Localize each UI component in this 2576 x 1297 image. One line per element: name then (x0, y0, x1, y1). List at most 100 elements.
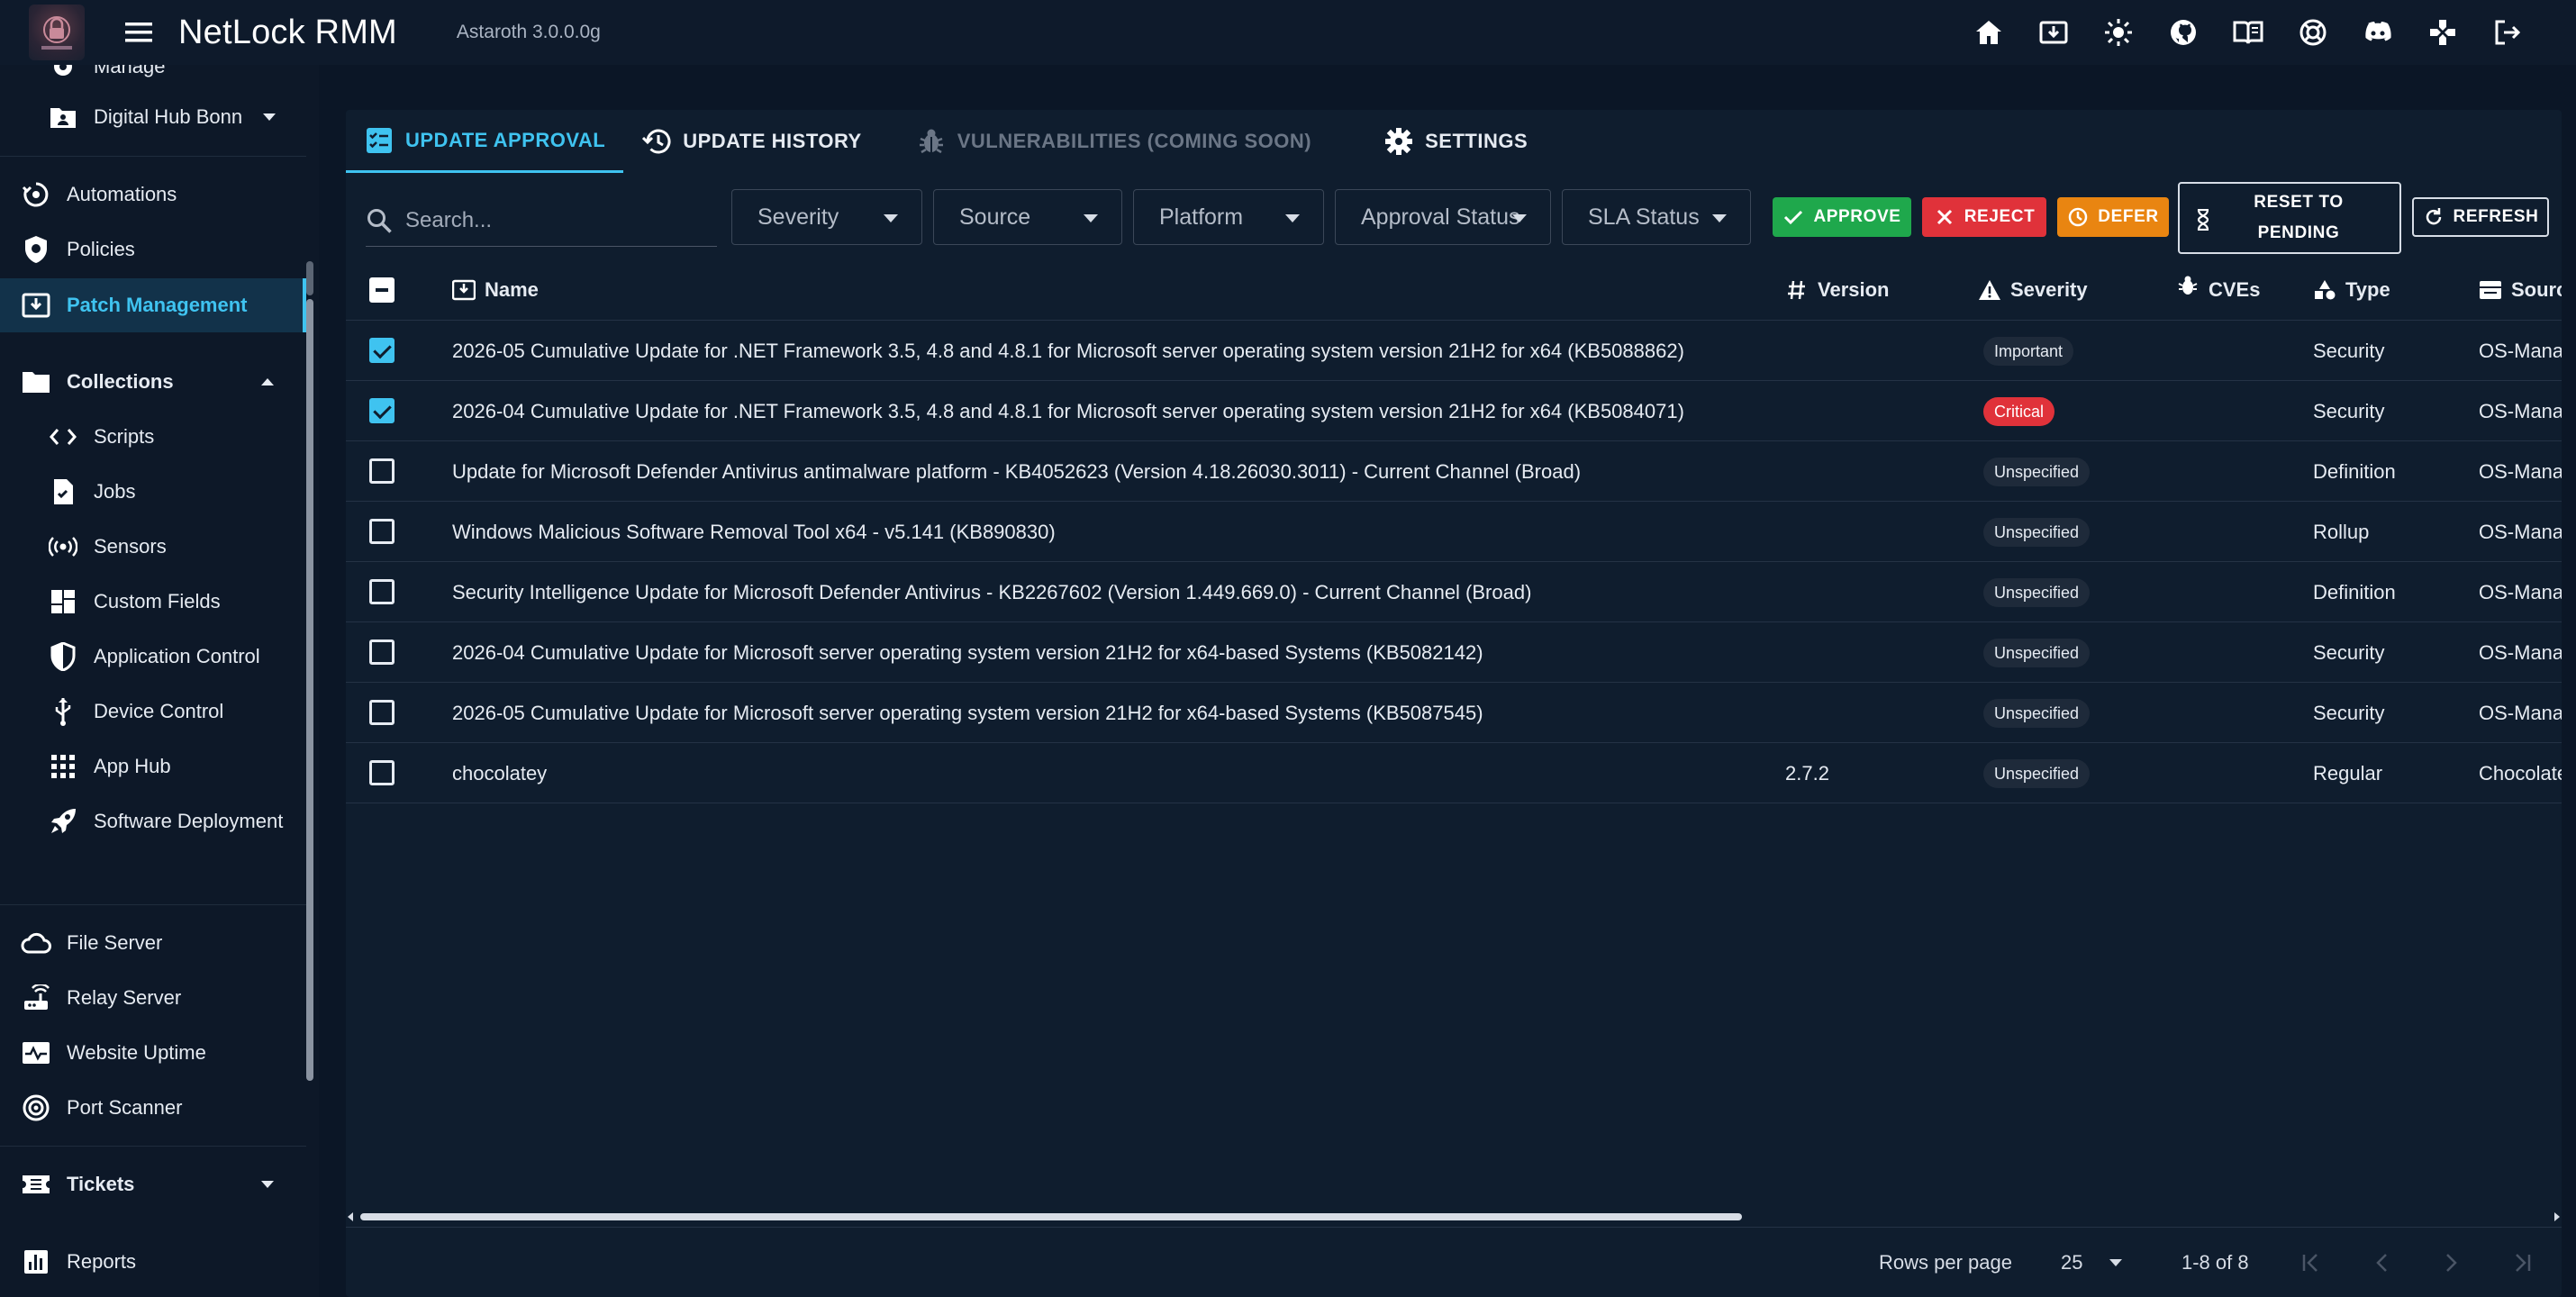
approve-button[interactable]: APPROVE (1773, 197, 1911, 237)
row-checkbox[interactable] (369, 639, 395, 665)
sidebar-item-file-server[interactable]: File Server (0, 916, 306, 970)
row-checkbox[interactable] (369, 398, 395, 423)
column-header-name[interactable]: Name (452, 259, 539, 321)
scroll-right-icon[interactable] (2554, 1212, 2560, 1221)
update-source: OS-Managed (2479, 520, 2562, 543)
source-filter[interactable]: Source (933, 189, 1122, 245)
column-header-type[interactable]: Type (2313, 259, 2390, 321)
home-icon[interactable] (1956, 0, 2021, 65)
update-version (1785, 562, 1965, 622)
discord-icon[interactable] (2345, 0, 2410, 65)
defer-button[interactable]: DEFER (2057, 197, 2169, 237)
severity-badge: Unspecified (1983, 758, 2091, 788)
netlock-logo[interactable] (29, 5, 85, 60)
sidebar-item-application-control[interactable]: Application Control (0, 630, 306, 684)
previous-page-icon[interactable] (2365, 1247, 2398, 1279)
support-icon[interactable] (2281, 0, 2345, 65)
horizontal-scrollbar-thumb[interactable] (360, 1213, 1742, 1220)
sidebar-item-policies[interactable]: Policies (0, 222, 306, 277)
next-page-icon[interactable] (2435, 1247, 2468, 1279)
search-icon (366, 207, 393, 234)
menu-icon[interactable] (121, 14, 157, 50)
select-all-checkbox[interactable] (369, 277, 395, 303)
reject-button[interactable]: REJECT (1922, 197, 2046, 237)
app-title: NetLock RMM (178, 13, 397, 51)
update-severity: Critical (1983, 381, 2163, 441)
shapes-icon (2313, 278, 2336, 302)
column-header-version[interactable]: Version (1785, 259, 1889, 321)
theme-toggle-icon[interactable] (2086, 0, 2151, 65)
usb-icon (45, 694, 81, 730)
rocket-icon (45, 803, 81, 839)
reset-to-pending-button[interactable]: RESET TO PENDING (2178, 182, 2401, 254)
sidebar-item-scripts[interactable]: Scripts (0, 410, 306, 464)
filter-toolbar: Severity Source Platform Approval Status… (346, 182, 2562, 254)
sidebar-item-app-hub[interactable]: App Hub (0, 739, 306, 794)
tab-bar: UPDATE APPROVAL UPDATE HISTORY VULNERABI… (346, 110, 1546, 173)
update-type: Regular (2313, 761, 2383, 785)
update-severity: Unspecified (1983, 683, 2163, 743)
table-row[interactable]: Windows Malicious Software Removal Tool … (346, 502, 2562, 562)
sidebar-item-jobs[interactable]: Jobs (0, 465, 306, 519)
table-row[interactable]: 2026-04 Cumulative Update for .NET Frame… (346, 381, 2562, 441)
sidebar-item-software-deployment[interactable]: Software Deployment (0, 794, 306, 848)
horizontal-scrollbar[interactable] (346, 1211, 2562, 1223)
sla-status-filter[interactable]: SLA Status (1562, 189, 1751, 245)
table-row[interactable]: Security Intelligence Update for Microso… (346, 562, 2562, 622)
update-source: OS-Managed (2479, 640, 2562, 664)
row-checkbox[interactable] (369, 338, 395, 363)
row-checkbox[interactable] (369, 519, 395, 544)
sidebar-item-collections[interactable]: Collections (0, 355, 306, 409)
folder-icon (18, 364, 54, 400)
row-checkbox[interactable] (369, 700, 395, 725)
table-row[interactable]: 2026-04 Cumulative Update for Microsoft … (346, 622, 2562, 683)
last-page-icon[interactable] (2506, 1247, 2538, 1279)
column-header-severity[interactable]: Severity (1978, 259, 2088, 321)
first-page-icon[interactable] (2295, 1247, 2327, 1279)
sidebar-item-reports[interactable]: Reports (0, 1235, 306, 1289)
shield-icon (18, 231, 54, 268)
logout-icon[interactable] (2475, 0, 2540, 65)
sidebar-item-custom-fields[interactable]: Custom Fields (0, 575, 306, 629)
sidebar-item-device-control[interactable]: Device Control (0, 685, 306, 739)
row-checkbox[interactable] (369, 458, 395, 484)
download-icon[interactable] (2021, 0, 2086, 65)
sidebar-scrollbar-top[interactable] (306, 261, 313, 295)
tab-vulnerabilities[interactable]: VULNERABILITIES (COMING SOON) (898, 110, 1329, 173)
platform-filter[interactable]: Platform (1133, 189, 1324, 245)
sidebar-item-tickets[interactable]: Tickets (0, 1157, 306, 1211)
table-row[interactable]: 2026-05 Cumulative Update for Microsoft … (346, 683, 2562, 743)
sidebar-scrollbar[interactable] (306, 299, 313, 1081)
search-input[interactable] (405, 207, 694, 233)
sidebar-item-relay-server[interactable]: Relay Server (0, 971, 306, 1025)
row-checkbox[interactable] (369, 760, 395, 785)
rows-per-page-select[interactable]: 25 (2061, 1228, 2151, 1297)
table-row[interactable]: chocolatey 2.7.2 Unspecified Regular Chocola… (346, 743, 2562, 803)
scroll-left-icon[interactable] (348, 1212, 353, 1221)
update-version (1785, 683, 1965, 743)
sidebar-item-port-scanner[interactable]: Port Scanner (0, 1081, 306, 1135)
tab-update-approval[interactable]: UPDATE APPROVAL (346, 110, 624, 173)
sidebar-item-patch-management[interactable]: Patch Management (0, 278, 306, 332)
tab-settings[interactable]: SETTINGS (1365, 110, 1546, 173)
column-header-cves[interactable]: CVEs (2176, 259, 2260, 321)
sidebar-item-digital-hub[interactable]: Digital Hub Bonn (0, 90, 306, 144)
close-icon (1934, 206, 1955, 228)
sidebar-item-automations[interactable]: Automations (0, 168, 306, 222)
severity-filter[interactable]: Severity (731, 189, 922, 245)
refresh-button[interactable]: REFRESH (2412, 197, 2549, 237)
table-row[interactable]: Update for Microsoft Defender Antivirus … (346, 441, 2562, 502)
router-icon (18, 980, 54, 1016)
sidebar-item-website-uptime[interactable]: Website Uptime (0, 1026, 306, 1080)
games-icon[interactable] (2410, 0, 2475, 65)
check-icon (1782, 206, 1804, 228)
column-header-source[interactable]: Source (2479, 259, 2562, 321)
row-checkbox[interactable] (369, 579, 395, 604)
tab-update-history[interactable]: UPDATE HISTORY (623, 110, 880, 173)
search-box[interactable] (366, 195, 717, 247)
approval-status-filter[interactable]: Approval Status (1335, 189, 1551, 245)
github-icon[interactable] (2151, 0, 2216, 65)
sidebar-item-sensors[interactable]: Sensors (0, 520, 306, 574)
table-row[interactable]: 2026-05 Cumulative Update for .NET Frame… (346, 321, 2562, 381)
docs-icon[interactable] (2216, 0, 2281, 65)
